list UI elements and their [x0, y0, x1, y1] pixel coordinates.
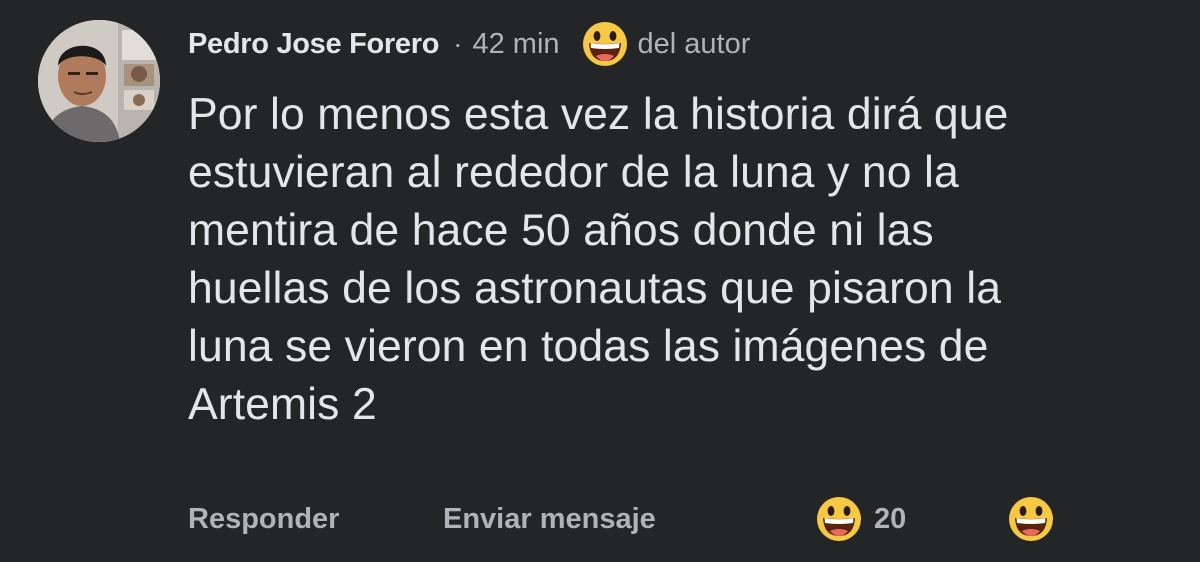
- comment-text: Por lo menos esta vez la historia dirá q…: [188, 90, 1009, 429]
- grinning-face-icon: [816, 496, 862, 542]
- comment-header: Pedro Jose Forero · 42 min del autor: [188, 22, 750, 66]
- comment-actions: Responder Enviar mensaje 20: [188, 496, 1068, 542]
- profile-photo-icon: [38, 20, 160, 142]
- comment-timestamp[interactable]: 42 min: [472, 28, 559, 61]
- send-message-button[interactable]: Enviar mensaje: [443, 496, 656, 542]
- reaction-summary[interactable]: 20: [816, 496, 906, 542]
- author-name[interactable]: Pedro Jose Forero: [188, 28, 439, 61]
- header-separator: ·: [453, 28, 463, 59]
- react-button[interactable]: [1008, 496, 1054, 542]
- grinning-face-icon: [582, 21, 628, 67]
- reply-button[interactable]: Responder: [188, 496, 339, 542]
- comment: Pedro Jose Forero · 42 min del autor Por…: [0, 0, 1200, 562]
- author-avatar[interactable]: [38, 20, 160, 142]
- reaction-count: 20: [874, 502, 907, 535]
- grinning-face-icon: [1008, 496, 1054, 542]
- author-badge: del autor: [637, 27, 751, 60]
